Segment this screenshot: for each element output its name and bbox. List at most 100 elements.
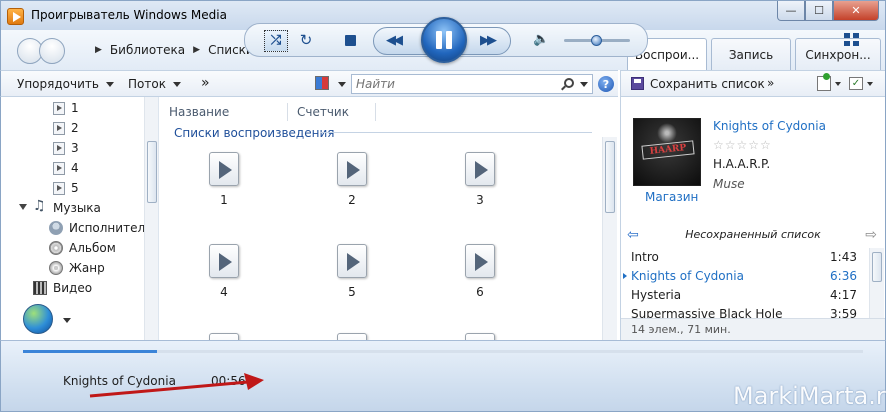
store-link[interactable]: Магазин (645, 190, 698, 204)
view-options-icon[interactable] (315, 76, 329, 90)
maximize-button[interactable]: ☐ (805, 1, 833, 21)
tab-sync[interactable]: Синхрон... (795, 38, 881, 70)
track-name: Intro (631, 250, 659, 264)
minimize-button[interactable]: — (777, 1, 805, 21)
check-list-icon[interactable]: ✓ (849, 77, 863, 90)
chevron-down-icon[interactable] (63, 318, 71, 323)
sidebar-playlist-1[interactable]: 1 (53, 99, 79, 117)
navigation-scrollbar[interactable] (144, 97, 158, 340)
play-pause-button[interactable] (421, 17, 467, 63)
group-heading: Списки воспроизведения (174, 126, 335, 140)
album-cover[interactable]: HAARP (633, 118, 701, 186)
playlist-tile-2[interactable]: 2 (322, 152, 382, 232)
genre-icon (49, 261, 63, 275)
track-row[interactable]: Intro 1:43 (631, 248, 857, 267)
track-list-scrollbar[interactable] (869, 248, 884, 318)
next-button[interactable]: ▶▶ (480, 33, 506, 49)
organize-label: Упорядочить (17, 77, 99, 91)
more-list-options-button[interactable]: » (767, 76, 774, 90)
shuffle-button[interactable]: ⤮ (264, 30, 288, 52)
rating-stars[interactable]: ☆☆☆☆☆ (713, 138, 772, 152)
scrollbar-thumb[interactable] (147, 141, 157, 203)
scrollbar-thumb[interactable] (605, 141, 615, 213)
volume-slider[interactable] (564, 35, 630, 46)
chevron-down-icon (172, 81, 181, 87)
breadcrumb-library[interactable]: Библиотека (110, 43, 185, 57)
tile-label: 4 (220, 285, 228, 299)
organize-menu[interactable]: Упорядочить (17, 77, 114, 91)
now-playing-song-link[interactable]: Knights of Cydonia (713, 119, 826, 133)
stream-menu[interactable]: Поток (128, 77, 181, 91)
arrow-right-icon[interactable]: ⇨ (865, 227, 877, 243)
mute-button[interactable]: 🔈 (533, 33, 549, 47)
wmp-app-icon (7, 8, 24, 25)
search-input[interactable] (352, 75, 552, 93)
playlist-tile-3[interactable]: 3 (450, 152, 510, 232)
switch-icon-part (853, 33, 859, 38)
track-row[interactable]: Hysteria 4:17 (631, 286, 857, 305)
playlist-tile-partial[interactable] (322, 333, 382, 340)
sidebar-playlist-5[interactable]: 5 (53, 179, 79, 197)
column-header-count[interactable]: Счетчик (288, 103, 376, 121)
save-list-button[interactable]: Сохранить список (650, 77, 765, 91)
playlist-tile-1[interactable]: 1 (194, 152, 254, 232)
more-toolbar-button[interactable]: » (201, 75, 210, 91)
chevron-down-icon[interactable] (580, 82, 588, 87)
expand-arrow-icon[interactable] (19, 204, 27, 212)
sidebar-playlist-4[interactable]: 4 (53, 159, 79, 177)
playlist-tile-5[interactable]: 5 (322, 244, 382, 324)
sidebar-item-label: Альбом (69, 241, 116, 255)
chevron-down-icon[interactable] (867, 82, 873, 86)
sidebar-item-video[interactable]: Видео (33, 279, 92, 297)
playlist-icon (209, 152, 239, 186)
tab-burn[interactable]: Запись (711, 38, 791, 70)
save-floppy-icon[interactable] (631, 77, 644, 90)
list-options-icon[interactable] (817, 73, 831, 91)
scrollbar-thumb[interactable] (872, 252, 882, 282)
playlist-icon (53, 141, 65, 155)
stop-button[interactable] (345, 35, 356, 46)
sidebar-playlist-2[interactable]: 2 (53, 119, 79, 137)
music-note-icon (33, 198, 47, 215)
list-summary-text: 14 элем., 71 мин. (631, 323, 731, 336)
list-pane-toolbar: Сохранить список » ✓ (621, 70, 885, 97)
sidebar-item-album[interactable]: Альбом (49, 239, 116, 257)
annotation-arrow (89, 373, 264, 398)
track-duration: 6:36 (830, 269, 857, 283)
online-stores-globe-icon[interactable] (23, 304, 53, 334)
next-icon: ▶▶ (480, 33, 497, 48)
annotation-arrow-line (89, 380, 249, 398)
search-icon[interactable] (564, 78, 574, 88)
playlist-tile-6[interactable]: 6 (450, 244, 510, 324)
playlist-tile-partial[interactable] (194, 333, 254, 340)
track-row-current[interactable]: Knights of Cydonia 6:36 (623, 267, 857, 286)
column-header-title[interactable]: Название (160, 103, 288, 121)
previous-button[interactable]: ◀◀ (386, 33, 412, 49)
content-scrollbar[interactable] (602, 137, 617, 340)
chevron-down-icon[interactable] (835, 82, 841, 86)
sidebar-item-label: 3 (71, 141, 79, 155)
switch-icon-part (844, 41, 850, 46)
tile-label: 2 (348, 193, 356, 207)
list-pane: Сохранить список » ✓ HAARP Knights of Cy… (620, 70, 886, 340)
playlist-icon (53, 101, 65, 115)
sidebar-item-music[interactable]: Музыка (19, 198, 101, 217)
sidebar-playlist-3[interactable]: 3 (53, 139, 79, 157)
volume-slider-thumb[interactable] (591, 35, 602, 46)
sidebar-item-label: 4 (71, 161, 79, 175)
playlist-icon (465, 244, 495, 278)
repeat-button[interactable]: ↻ (297, 31, 315, 49)
playlist-icon (53, 181, 65, 195)
close-button[interactable]: ✕ (833, 1, 879, 21)
playlist-tile-4[interactable]: 4 (194, 244, 254, 324)
playlist-icon (209, 244, 239, 278)
help-icon[interactable]: ? (598, 76, 614, 92)
forward-button[interactable] (39, 38, 65, 64)
sidebar-item-genre[interactable]: Жанр (49, 259, 105, 277)
sidebar-item-label: 1 (71, 101, 79, 115)
switch-to-now-playing-icon[interactable] (844, 33, 860, 47)
playlist-tile-partial[interactable] (450, 333, 510, 340)
sidebar-item-artist[interactable]: Исполнитель (49, 219, 152, 237)
chevron-down-icon[interactable] (338, 82, 346, 87)
seek-bar[interactable] (23, 350, 863, 353)
